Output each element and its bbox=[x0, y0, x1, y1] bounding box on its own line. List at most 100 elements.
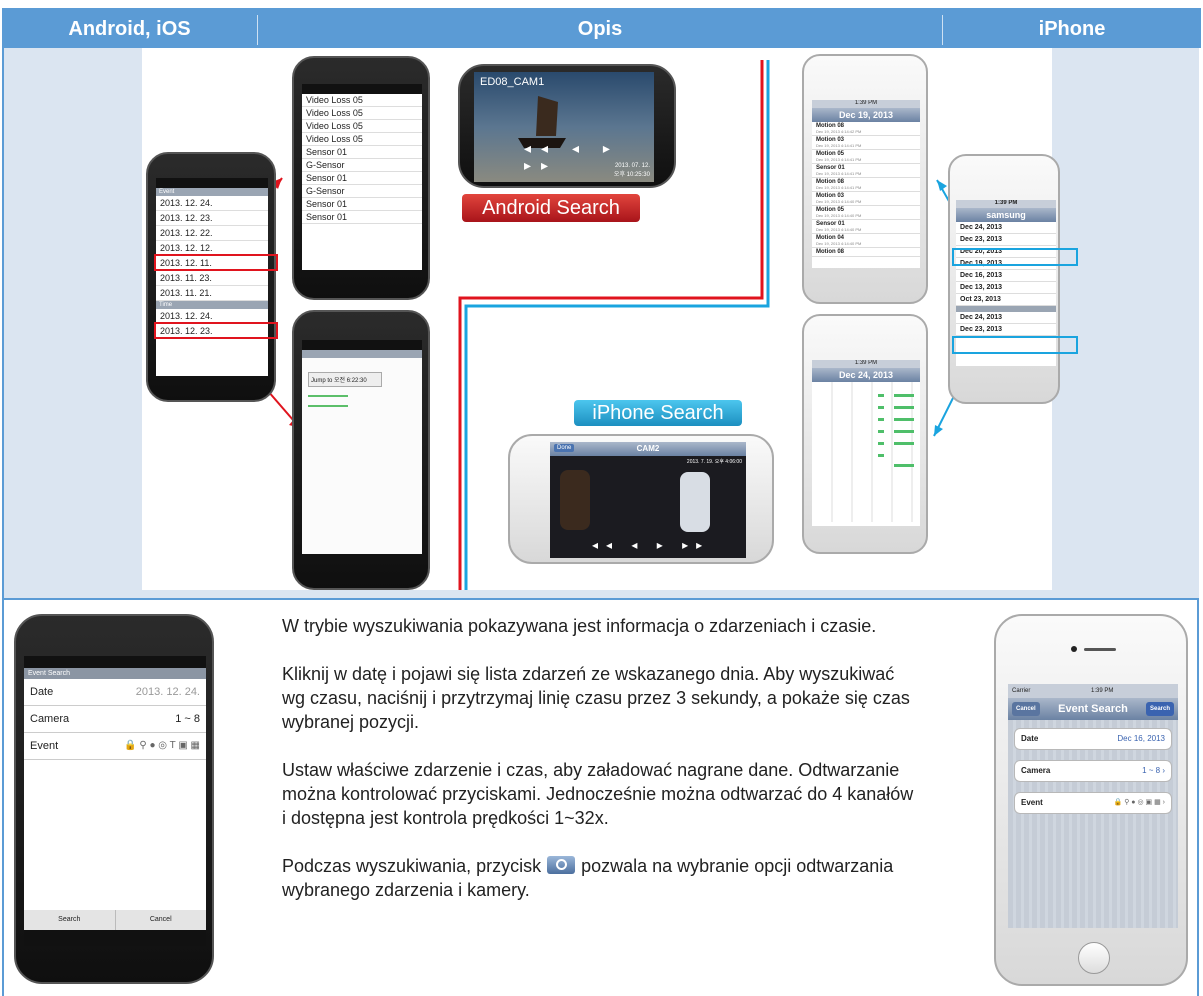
person-image bbox=[680, 472, 710, 532]
event-item[interactable]: Video Loss 05 bbox=[302, 94, 422, 107]
iphone-timeline-phone: 1:39 PM Dec 24, 2013 bbox=[802, 314, 928, 554]
event-search-title: Event Search bbox=[24, 668, 206, 679]
date-item[interactable]: 2013. 12. 22. bbox=[156, 226, 268, 241]
desc-paragraph-3: Ustaw właściwe zdarzenie i czas, aby zał… bbox=[282, 760, 914, 828]
iphone-event-phone: 1:39 PM Dec 19, 2013 Motion 08 Dec 19, 20… bbox=[802, 54, 928, 304]
camera-row[interactable]: Camera 1 ~ 8 bbox=[24, 706, 206, 733]
ios-nav-bar: Event Search Cancel Search bbox=[1008, 698, 1178, 720]
ios-date-item[interactable]: Oct 23, 2013 bbox=[956, 294, 1056, 306]
android-event-search-screen: Event Search Date 2013. 12. 24. Camera 1 ~… bbox=[24, 656, 206, 946]
iphone-player-controls[interactable]: ◂◂ ◂ ▸ ▸▸ bbox=[592, 538, 710, 552]
ios-event-item[interactable]: Motion 04 Dec 19, 2013 4:14:40 PM bbox=[812, 234, 920, 248]
home-button[interactable] bbox=[1078, 942, 1110, 974]
event-item[interactable]: Sensor 01 bbox=[302, 198, 422, 211]
person-image bbox=[560, 470, 590, 530]
event-item[interactable]: G-Sensor bbox=[302, 159, 422, 172]
event-row[interactable]: Event 🔒 ⚲ ● ◎ T ▣ ▦ bbox=[24, 733, 206, 760]
highlight-ios-time bbox=[952, 336, 1078, 354]
search-collage: Event 2013. 12. 24. 2013. 12. 23. 2013. … bbox=[142, 48, 1078, 590]
ios-event-item[interactable]: Motion 03 Dec 19, 2013 4:14:41 PM bbox=[812, 136, 920, 150]
iphone-date-title: samsung bbox=[956, 208, 1056, 222]
search-button[interactable]: Search bbox=[24, 910, 116, 930]
ios-event-item[interactable]: Motion 08 bbox=[812, 248, 920, 257]
ios-event-item[interactable]: Motion 05 Dec 19, 2013 4:14:41 PM bbox=[812, 150, 920, 164]
iphone-timeline-title: Dec 24, 2013 bbox=[812, 368, 920, 382]
iphone-event-list: Motion 08 Dec 19, 2013 4:14:42 PM Motion 0… bbox=[812, 122, 920, 257]
cancel-button[interactable]: Cancel bbox=[115, 910, 206, 930]
date-item[interactable]: 2013. 11. 23. bbox=[156, 271, 268, 286]
event-item[interactable]: Sensor 01 bbox=[302, 211, 422, 224]
description-text: W trybie wyszukiwania pokazywana jest in… bbox=[282, 614, 922, 926]
search-icon bbox=[547, 856, 576, 874]
iphone-player-title: CAM2 bbox=[550, 442, 746, 456]
desc-paragraph-2: Kliknij w datę i pojawi się lista zdarze… bbox=[282, 664, 910, 732]
highlight-ios-date bbox=[952, 248, 1078, 266]
camera-dot bbox=[1071, 646, 1077, 652]
highlight-date bbox=[154, 254, 278, 271]
event-item[interactable]: Sensor 01 bbox=[302, 172, 422, 185]
date-item[interactable]: 2013. 12. 23. bbox=[156, 211, 268, 226]
android-event-phone: Video Loss 05 Video Loss 05 Video Loss 0… bbox=[292, 56, 430, 300]
speaker-slot bbox=[1084, 648, 1116, 651]
chevron-right-icon: › bbox=[1162, 799, 1165, 806]
ios-date-item[interactable]: Dec 13, 2013 bbox=[956, 282, 1056, 294]
iphone-player-timestamp: 2013. 7. 19. 오후 4:06:00 bbox=[686, 459, 742, 465]
desc-paragraph-1: W trybie wyszukiwania pokazywana jest in… bbox=[282, 616, 877, 636]
done-button[interactable]: Done bbox=[554, 444, 575, 452]
iphone-player-screen: CAM2 Done 2013. 7. 19. 오후 4:06:00 ◂◂ ◂ ▸… bbox=[550, 442, 746, 558]
iphone-player-phone: CAM2 Done 2013. 7. 19. 오후 4:06:00 ◂◂ ◂ ▸… bbox=[508, 434, 774, 564]
player-timestamp: 2013. 07. 12. 오후 10:25:30 bbox=[613, 163, 650, 178]
date-item[interactable]: 2013. 12. 24. bbox=[156, 196, 268, 211]
event-type-icons: 🔒 ⚲ ● ◎ T ▣ ▦ bbox=[124, 740, 200, 751]
ios-search-button[interactable]: Search bbox=[1145, 702, 1174, 716]
iphone-timeline-screen: 1:39 PM Dec 24, 2013 bbox=[812, 360, 920, 526]
ios-event-item[interactable]: Motion 08 Dec 19, 2013 4:14:42 PM bbox=[812, 122, 920, 136]
android-date-screen: Event 2013. 12. 24. 2013. 12. 23. 2013. … bbox=[156, 178, 268, 376]
android-event-screen: Video Loss 05 Video Loss 05 Video Loss 0… bbox=[302, 84, 422, 270]
android-search-label: Android Search bbox=[462, 194, 640, 222]
date-item[interactable]: 2013. 11. 21. bbox=[156, 286, 268, 301]
ios-event-row[interactable]: Event 🔒 ⚲ ● ◎ ▣ ▦ › bbox=[1014, 792, 1172, 814]
ios-event-item[interactable]: Motion 08 Dec 19, 2013 4:14:41 PM bbox=[812, 178, 920, 192]
ios-title: Event Search bbox=[1058, 703, 1128, 715]
iphone-search-label: iPhone Search bbox=[574, 400, 742, 426]
ios-date-row[interactable]: Date Dec 16, 2013 bbox=[1014, 728, 1172, 750]
iphone-date-phone: 1:39 PM samsung Dec 24, 2013 Dec 23, 2013… bbox=[948, 154, 1060, 404]
android-timeline-screen: Jump to 오전 6:22:30 bbox=[302, 340, 422, 554]
chevron-right-icon: › bbox=[1162, 766, 1165, 775]
ios-date-item[interactable]: Dec 24, 2013 bbox=[956, 222, 1056, 234]
time-header: Time bbox=[156, 301, 268, 309]
android-event-search-phone: Event Search Date 2013. 12. 24. Camera 1 ~… bbox=[14, 614, 214, 984]
iphone-list-title: Dec 19, 2013 bbox=[812, 108, 920, 122]
event-header: Event bbox=[156, 188, 268, 196]
event-type-icons: 🔒 ⚲ ● ◎ ▣ ▦ bbox=[1113, 799, 1161, 806]
android-timeline-phone: Jump to 오전 6:22:30 bbox=[292, 310, 430, 590]
time-date-item[interactable]: Dec 24, 2013 bbox=[956, 312, 1056, 324]
android-player-phone: ED08_CAM1 ◂◂ ◂ ▸ ▸▸ 2013. 07. 12. 오후 10:… bbox=[458, 64, 676, 188]
ios-camera-row[interactable]: Camera 1 ~ 8 › bbox=[1014, 760, 1172, 782]
desc-paragraph-4: Podczas wyszukiwania, przycisk pozwala na… bbox=[282, 856, 894, 900]
event-item[interactable]: Video Loss 05 bbox=[302, 107, 422, 120]
jump-tooltip: Jump to 오전 6:22:30 bbox=[308, 372, 382, 387]
row-divider bbox=[4, 598, 1199, 600]
ios-event-item[interactable]: Sensor 01 Dec 19, 2013 4:14:41 PM bbox=[812, 164, 920, 178]
ios-date-item[interactable]: Dec 16, 2013 bbox=[956, 270, 1056, 282]
ios-cancel-button[interactable]: Cancel bbox=[1012, 702, 1040, 716]
event-item[interactable]: Sensor 01 bbox=[302, 146, 422, 159]
event-item[interactable]: Video Loss 05 bbox=[302, 133, 422, 146]
player-camera-title: ED08_CAM1 bbox=[480, 76, 545, 88]
ios-date-item[interactable]: Dec 23, 2013 bbox=[956, 234, 1056, 246]
android-date-phone: Event 2013. 12. 24. 2013. 12. 23. 2013. … bbox=[146, 152, 276, 402]
ios-event-item[interactable]: Sensor 01 Dec 19, 2013 4:14:40 PM bbox=[812, 220, 920, 234]
ios-event-item[interactable]: Motion 05 Dec 19, 2013 4:14:40 PM bbox=[812, 206, 920, 220]
highlight-time bbox=[154, 322, 278, 339]
date-row[interactable]: Date 2013. 12. 24. bbox=[24, 679, 206, 706]
android-nav-bar bbox=[24, 930, 206, 946]
time-date-item[interactable]: Dec 23, 2013 bbox=[956, 324, 1056, 336]
iphone-event-screen: 1:39 PM Dec 19, 2013 Motion 08 Dec 19, 20… bbox=[812, 100, 920, 268]
event-item[interactable]: G-Sensor bbox=[302, 185, 422, 198]
ios-event-item[interactable]: Motion 03 Dec 19, 2013 4:14:40 PM bbox=[812, 192, 920, 206]
iphone-event-search-phone: Carrier 1:39 PM Event Search Cancel Searc… bbox=[994, 614, 1188, 986]
timeline-grid bbox=[831, 382, 914, 522]
event-item[interactable]: Video Loss 05 bbox=[302, 120, 422, 133]
